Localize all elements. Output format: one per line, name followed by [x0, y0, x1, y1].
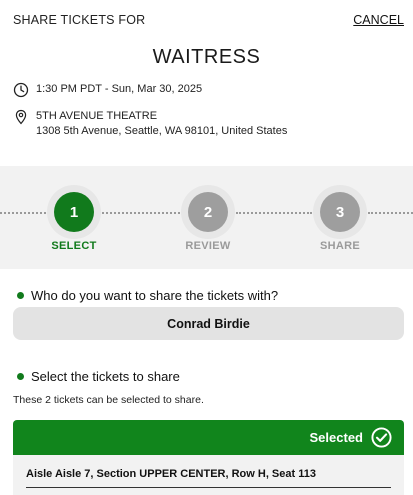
- venue-name: 5TH AVENUE THEATRE: [36, 110, 158, 122]
- top-bar: SHARE TICKETS FOR CANCEL: [0, 0, 413, 40]
- event-venue-row: 5TH AVENUE THEATRE 1308 5th Avenue, Seat…: [13, 109, 287, 139]
- event-datetime: 1:30 PM PDT - Sun, Mar 30, 2025: [36, 83, 203, 95]
- event-title: WAITRESS: [152, 46, 261, 68]
- step-review: 2: [181, 185, 235, 239]
- divider: [26, 487, 391, 488]
- tickets-question: Select the tickets to share: [17, 369, 180, 384]
- ticket-card: Aisle Aisle 7, Section UPPER CENTER, Row…: [13, 455, 404, 495]
- green-dot-icon: [17, 292, 24, 299]
- progress-stepper: 1 SELECT 2 REVIEW 3 SHARE: [0, 166, 413, 269]
- cancel-button[interactable]: CANCEL: [353, 13, 404, 27]
- clock-icon: [13, 82, 29, 98]
- step-share: 3: [313, 185, 367, 239]
- recipient-question: Who do you want to share the tickets wit…: [17, 288, 278, 303]
- step-number: 3: [320, 192, 360, 232]
- ticket-selected-toggle[interactable]: Selected: [13, 420, 404, 455]
- stepper-dots: [236, 212, 312, 214]
- step-label-share: SHARE: [319, 240, 360, 252]
- step-number: 1: [54, 192, 94, 232]
- location-pin-icon: [15, 109, 27, 125]
- page-title: SHARE TICKETS FOR: [13, 13, 146, 27]
- event-time-row: 1:30 PM PDT - Sun, Mar 30, 2025: [13, 82, 202, 98]
- recipient-question-text: Who do you want to share the tickets wit…: [31, 288, 279, 303]
- tickets-subtext: These 2 tickets can be selected to share…: [13, 394, 204, 406]
- tickets-question-text: Select the tickets to share: [31, 369, 180, 384]
- green-dot-icon: [17, 373, 24, 380]
- stepper-dots: [0, 212, 46, 214]
- ticket-seat-info: Aisle Aisle 7, Section UPPER CENTER, Row…: [26, 468, 316, 480]
- stepper-dots: [102, 212, 180, 214]
- selected-label: Selected: [309, 430, 363, 445]
- step-number: 2: [188, 192, 228, 232]
- recipient-selector[interactable]: Conrad Birdie: [13, 307, 404, 340]
- check-circle-icon: [371, 427, 392, 448]
- step-label-select: SELECT: [51, 240, 97, 252]
- step-select: 1: [47, 185, 101, 239]
- stepper-dots: [368, 212, 413, 214]
- step-label-review: REVIEW: [185, 240, 231, 252]
- venue-address: 1308 5th Avenue, Seattle, WA 98101, Unit…: [36, 125, 288, 137]
